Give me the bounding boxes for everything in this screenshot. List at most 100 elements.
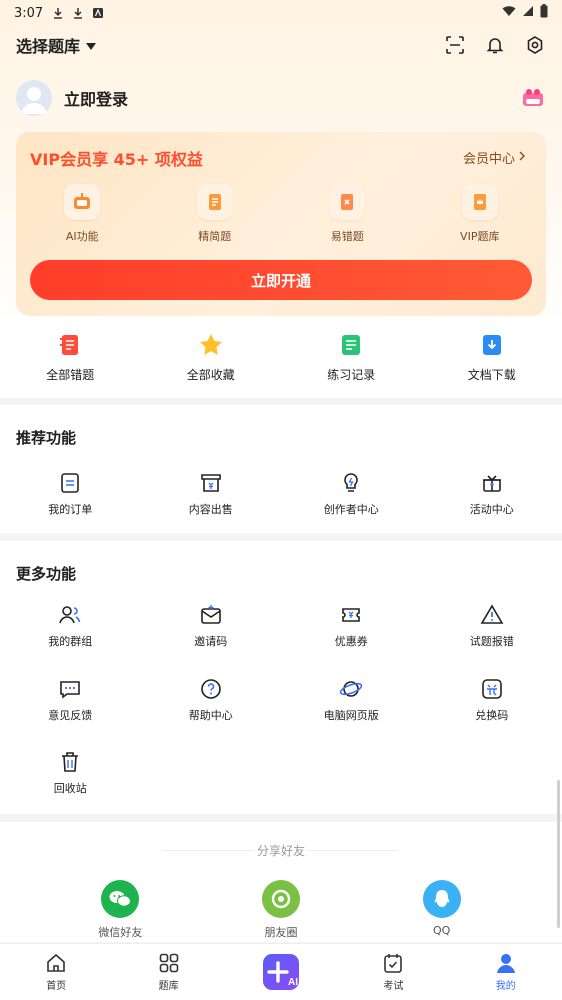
creator-center[interactable]: 创作者中心 — [281, 471, 422, 517]
header: 选择题库 — [0, 26, 562, 64]
vip-book-icon — [461, 184, 498, 220]
grid-label: 帮助中心 — [188, 709, 233, 722]
app-notification-icon — [91, 6, 105, 20]
vip-item-vip-bank[interactable]: VIP题库 — [414, 184, 547, 244]
caret-down-icon — [86, 36, 97, 55]
quick-all-favorites[interactable]: 全部收藏 — [141, 332, 282, 398]
vip-item-label: 精简题 — [198, 230, 232, 243]
share-label: 朋友圈 — [264, 926, 298, 939]
moments-icon — [261, 880, 300, 918]
grid-label: 试题报错 — [469, 635, 514, 648]
recommend-section: 推荐功能 我的订单 内容出售 创作者中心 活动中心 — [0, 405, 562, 533]
vip-card: VIP会员享 45+ 项权益 会员中心 AI功能 精简题 易错题 VIP题库 立… — [16, 132, 546, 316]
nav-home[interactable]: 首页 — [0, 944, 112, 1000]
share-label: QQ — [432, 924, 451, 937]
report-error[interactable]: 试题报错 — [422, 603, 562, 649]
star-icon — [199, 334, 222, 355]
vip-item-label: VIP题库 — [460, 230, 500, 243]
ai-plus-icon: AI — [262, 954, 299, 990]
settings-button[interactable] — [524, 34, 546, 56]
quick-label: 全部收藏 — [186, 368, 235, 382]
grid-icon — [159, 953, 178, 973]
nav-question-bank[interactable]: 题库 — [112, 944, 224, 1000]
ai-robot-icon — [64, 184, 101, 220]
signal-icon — [522, 5, 534, 21]
help-icon — [200, 679, 221, 699]
grid-label: 意见反馈 — [48, 709, 93, 722]
nav-label: 我的 — [495, 981, 516, 992]
grid-label: 活动中心 — [469, 503, 514, 516]
scrollbar-thumb[interactable] — [557, 780, 560, 928]
bottom-nav: 首页 题库 AI 考试 我的 — [0, 943, 562, 1000]
content-sale[interactable]: 内容出售 — [141, 471, 282, 517]
settings-icon — [527, 36, 543, 54]
grid-label: 内容出售 — [188, 503, 233, 516]
quick-all-errors[interactable]: 全部错题 — [0, 332, 141, 398]
login-link[interactable]: 立即登录 — [64, 86, 128, 110]
vip-item-label: AI功能 — [65, 230, 99, 243]
nav-label: 题库 — [158, 981, 179, 992]
recycle-bin[interactable]: 回收站 — [0, 750, 141, 796]
open-vip-button[interactable]: 立即开通 — [30, 260, 532, 300]
scan-button[interactable] — [444, 34, 466, 56]
nav-mine[interactable]: 我的 — [450, 944, 562, 1000]
scan-icon — [446, 36, 464, 54]
grid-label: 优惠券 — [334, 635, 368, 648]
user-icon — [496, 954, 515, 973]
question-bank-selector[interactable]: 选择题库 — [16, 33, 97, 57]
my-orders[interactable]: 我的订单 — [0, 471, 141, 517]
planet-icon — [340, 681, 363, 697]
share-qq[interactable]: QQ — [397, 880, 487, 940]
vip-center-link[interactable]: 会员中心 — [463, 148, 526, 167]
grid-label: 邀请码 — [194, 635, 228, 648]
grid-label: 创作者中心 — [323, 503, 379, 516]
nav-ai[interactable]: AI — [225, 944, 337, 1000]
my-groups[interactable]: 我的群组 — [0, 603, 141, 649]
gift-badge-icon[interactable] — [520, 87, 546, 109]
grid-label: 我的订单 — [48, 503, 93, 516]
store-icon — [200, 474, 221, 492]
section-title: 推荐功能 — [16, 429, 77, 447]
share-wechat[interactable]: 微信好友 — [75, 880, 165, 940]
feedback[interactable]: 意见反馈 — [0, 677, 141, 723]
redeem-icon — [481, 679, 502, 699]
quick-practice-records[interactable]: 练习记录 — [281, 332, 422, 398]
help-center[interactable]: 帮助中心 — [141, 677, 282, 723]
web-version[interactable]: 电脑网页版 — [281, 677, 422, 723]
error-notebook-icon — [60, 335, 79, 355]
section-title: 更多功能 — [16, 565, 77, 583]
status-time: 3:07 — [14, 5, 44, 21]
envelope-icon — [200, 605, 221, 624]
chevron-right-icon — [519, 150, 526, 165]
doc-icon — [196, 184, 233, 220]
redeem-code[interactable]: 兑换码 — [422, 677, 562, 723]
vip-item-ai[interactable]: AI功能 — [16, 184, 149, 244]
quick-label: 全部错题 — [46, 368, 95, 382]
share-moments[interactable]: 朋友圈 — [236, 880, 326, 940]
practice-record-icon — [342, 335, 361, 355]
order-icon — [61, 473, 80, 493]
download-icon — [71, 6, 85, 20]
more-section: 更多功能 我的群组 邀请码 优惠券 试题报错 意见反馈 帮助中心 电脑网页版 兑… — [0, 541, 562, 814]
grid-label: 我的群组 — [48, 635, 93, 648]
invite-code[interactable]: 邀请码 — [141, 603, 282, 649]
status-bar: 3:07 — [0, 0, 562, 26]
grid-label: 电脑网页版 — [323, 709, 379, 722]
error-book-icon — [329, 184, 366, 220]
avatar[interactable] — [16, 80, 52, 116]
vip-item-error-prone[interactable]: 易错题 — [281, 184, 414, 244]
nav-exam[interactable]: 考试 — [337, 944, 449, 1000]
profile-row[interactable]: 立即登录 — [16, 78, 546, 118]
vip-center-label: 会员中心 — [462, 152, 515, 167]
coupons[interactable]: 优惠券 — [281, 603, 422, 649]
activity-center[interactable]: 活动中心 — [422, 471, 562, 517]
wifi-icon — [502, 5, 516, 21]
vip-item-simplified[interactable]: 精简题 — [149, 184, 282, 244]
vip-title: VIP会员享 45+ 项权益 — [30, 150, 203, 169]
quick-doc-download[interactable]: 文档下载 — [422, 332, 562, 398]
vip-item-label: 易错题 — [330, 230, 364, 243]
notification-button[interactable] — [484, 34, 506, 56]
home-icon — [47, 953, 65, 972]
coupon-icon — [342, 608, 361, 622]
share-label: 微信好友 — [98, 926, 143, 939]
